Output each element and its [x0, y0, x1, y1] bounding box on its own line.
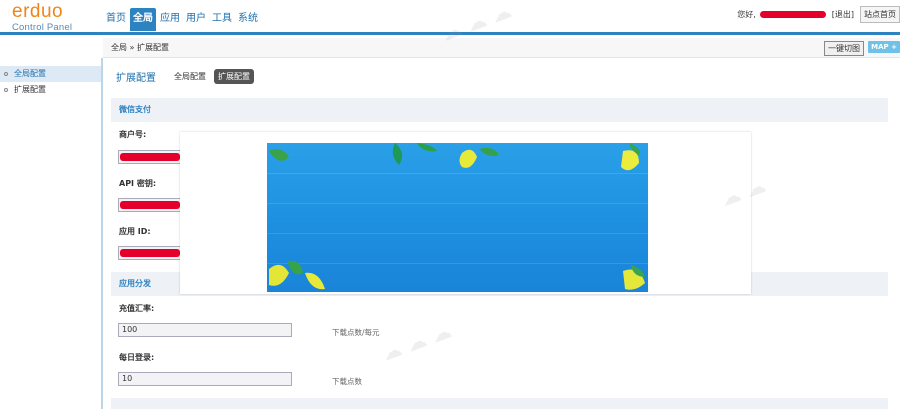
sub-toolbar: 全局 » 扩展配置 一键切图 MAP + [103, 38, 900, 58]
field-label-daily-login: 每日登录: [119, 353, 155, 362]
recharge-rate-input[interactable]: 100 [118, 323, 292, 337]
breadcrumb: 全局 » 扩展配置 [111, 43, 169, 52]
logo-text: erduo [12, 1, 64, 22]
nav-users[interactable]: 用户 [184, 9, 208, 31]
logo-subtitle: Control Panel [12, 22, 73, 33]
tab-global-config[interactable]: 全局配置 [170, 69, 210, 84]
section-header-next [111, 398, 888, 409]
tab-extend-config[interactable]: 扩展配置 [214, 69, 254, 84]
daily-login-hint: 下载点数 [332, 377, 362, 386]
field-label-recharge-rate: 充值汇率: [119, 304, 155, 313]
plus-icon: + [891, 43, 897, 51]
top-header: erduo Control Panel 首页 全局 应用 用户 工具 系统 您好… [0, 0, 900, 35]
main-nav: 首页 全局 应用 用户 工具 系统 [104, 8, 262, 31]
page-tabs: 扩展配置 全局配置 扩展配置 [116, 69, 258, 84]
leaf-decoration-icon [269, 143, 645, 290]
redacted-api-key [120, 201, 180, 209]
field-label-merchant-id: 商户号: [119, 130, 147, 139]
bullet-icon [4, 88, 8, 92]
field-label-api-key: API 密钥: [119, 179, 157, 188]
logout-link[interactable]: [退出] [832, 9, 854, 20]
greeting-text: 您好, [737, 9, 756, 19]
nav-global[interactable]: 全局 [130, 8, 156, 31]
logo[interactable]: erduo Control Panel [12, 1, 73, 34]
popup-banner-image [267, 143, 648, 292]
nav-tools[interactable]: 工具 [210, 9, 234, 31]
nav-home[interactable]: 首页 [104, 9, 128, 31]
sidebar-item-global-config[interactable]: 全局配置 [0, 66, 101, 82]
map-button[interactable]: MAP + [868, 41, 900, 53]
sidebar-item-label: 全局配置 [14, 69, 46, 78]
nav-system[interactable]: 系统 [236, 9, 260, 31]
site-home-button[interactable]: 站点首页 [860, 5, 900, 23]
one-click-button[interactable]: 一键切图 [824, 41, 864, 56]
daily-login-input[interactable]: 10 [118, 372, 292, 386]
section-header-wechat-pay: 微信支付 [111, 98, 888, 122]
redacted-username [759, 10, 826, 18]
user-area: 您好, [退出] 站点首页 [737, 5, 900, 23]
field-label-app-id: 应用 ID: [119, 227, 151, 236]
popup-overlay[interactable] [180, 132, 751, 294]
sidebar-item-label: 扩展配置 [14, 85, 46, 94]
sidebar-item-extend-config[interactable]: 扩展配置 [0, 82, 101, 98]
bullet-icon [4, 72, 8, 76]
redacted-app-id [120, 249, 180, 257]
map-label: MAP [871, 43, 889, 51]
sidebar: 全局配置 扩展配置 [0, 58, 103, 409]
nav-apps[interactable]: 应用 [158, 9, 182, 31]
recharge-rate-hint: 下载点数/每元 [332, 328, 380, 337]
redacted-merchant-id [120, 153, 180, 161]
page-title: 扩展配置 [116, 73, 156, 84]
